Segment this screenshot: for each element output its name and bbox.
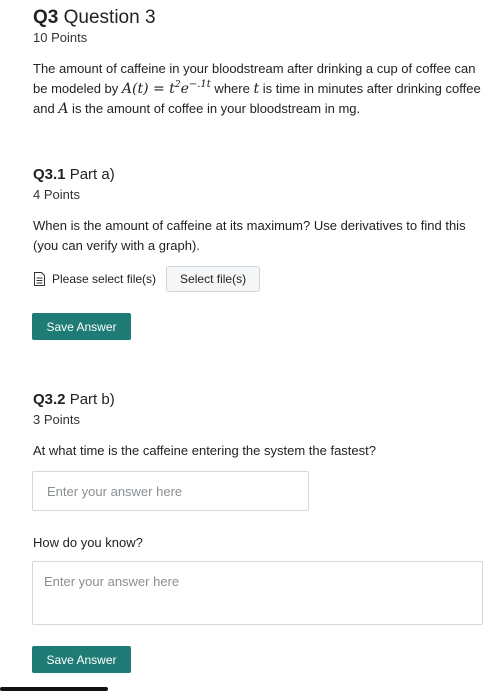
formula-lhs: A(t) = t — [121, 81, 175, 97]
question-number: Q3 — [33, 7, 59, 28]
part-b-answer-input[interactable] — [32, 471, 309, 511]
part-b-number: Q3.2 — [33, 391, 66, 408]
select-files-button[interactable]: Select file(s) — [166, 266, 261, 292]
part-a-number: Q3.1 — [33, 166, 66, 183]
formula: A(t) = t2e−.1t — [121, 79, 211, 98]
part-a-save-button[interactable]: Save Answer — [32, 313, 131, 340]
part-b-title: Q3.2 Part b) — [33, 390, 115, 410]
variable-a: A — [58, 101, 69, 117]
question-prompt: The amount of caffeine in your bloodstre… — [33, 59, 483, 119]
part-b-followup-input[interactable] — [32, 561, 483, 625]
formula-exponent: −.1t — [188, 79, 211, 90]
question-title-text: Question 3 — [63, 7, 156, 28]
question-points: 10 Points — [33, 30, 88, 45]
part-a-prompt: When is the amount of caffeine at its ma… — [33, 218, 466, 253]
part-b-prompt: At what time is the caffeine entering th… — [33, 443, 376, 458]
formula-e: e — [180, 81, 189, 97]
question-title: Q3 Question 3 — [33, 6, 156, 30]
part-a-title: Q3.1 Part a) — [33, 165, 115, 185]
upload-label: Please select file(s) — [52, 272, 157, 286]
part-b-save-button[interactable]: Save Answer — [32, 646, 131, 673]
part-a-title-text: Part a) — [69, 166, 115, 183]
part-b-followup: How do you know? — [33, 535, 143, 550]
prompt-text-4: is the amount of coffee in your bloodstr… — [68, 101, 361, 116]
part-b-title-text: Part b) — [69, 391, 115, 408]
home-indicator — [0, 687, 108, 691]
part-a-points: 4 Points — [33, 187, 80, 202]
file-upload-row: Please select file(s) Select file(s) — [33, 265, 261, 293]
file-icon — [34, 272, 45, 286]
assignment-page: Q3 Question 3 10 Points The amount of ca… — [0, 0, 502, 700]
part-b-points: 3 Points — [33, 412, 80, 427]
prompt-text-2: where — [210, 81, 254, 96]
